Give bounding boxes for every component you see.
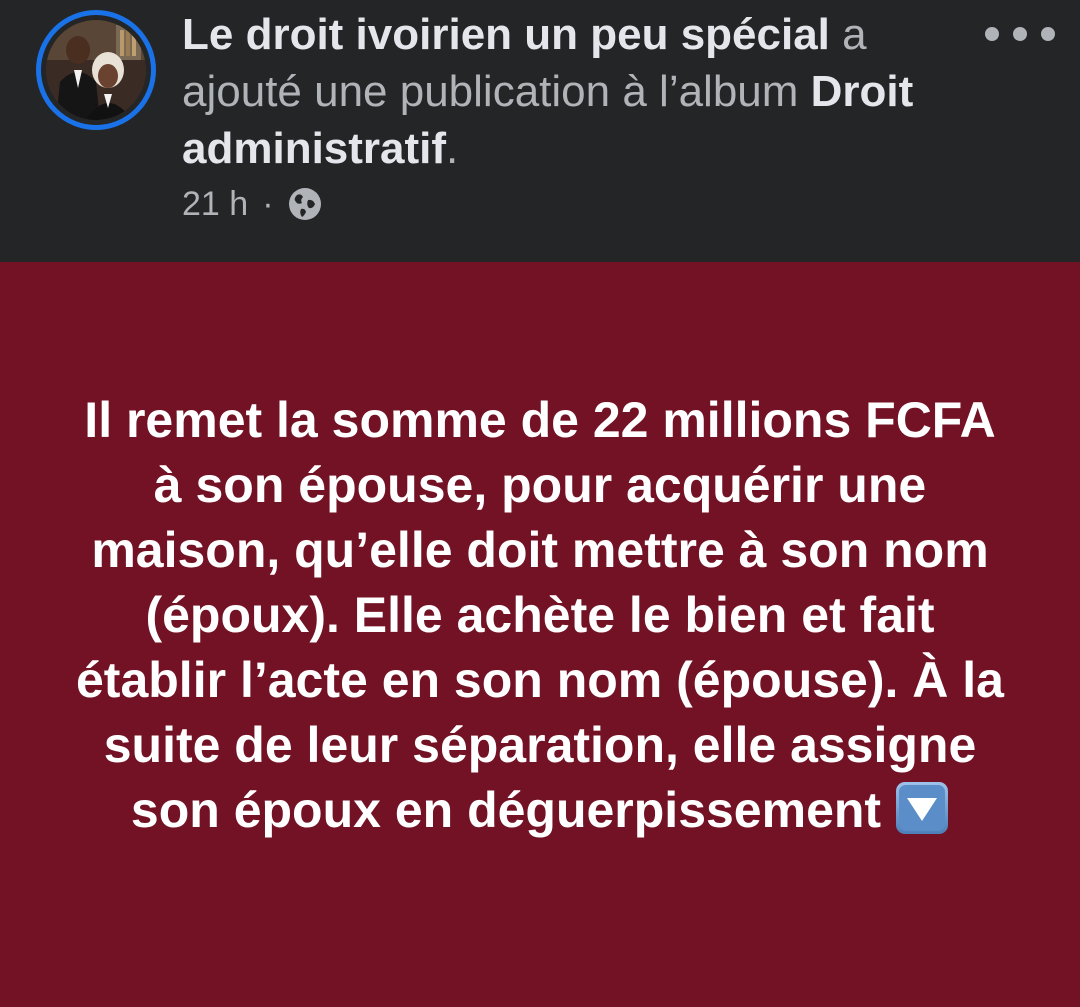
- more-dots-icon: [985, 27, 999, 41]
- profile-photo-icon: [46, 20, 146, 120]
- more-dots-icon: [1041, 27, 1055, 41]
- post-attribution: Le droit ivoirien un peu spécial a ajout…: [182, 6, 942, 177]
- avatar-story-ring[interactable]: [36, 10, 156, 130]
- page-name-link[interactable]: Le droit ivoirien un peu spécial: [182, 10, 830, 59]
- post-meta: 21 h ·: [182, 181, 322, 227]
- post-content: Il remet la somme de 22 millions FCFA à …: [70, 388, 1010, 843]
- post-header: Le droit ivoirien un peu spécial a ajout…: [0, 0, 1080, 262]
- period: .: [446, 124, 459, 173]
- globe-icon[interactable]: [288, 187, 322, 221]
- post-text: Il remet la somme de 22 millions FCFA à …: [76, 392, 1004, 838]
- avatar[interactable]: [46, 20, 146, 120]
- down-arrow-button-emoji-icon: [896, 782, 949, 834]
- meta-separator: ·: [262, 184, 274, 223]
- post-timestamp[interactable]: 21 h: [182, 185, 248, 224]
- post-text-background[interactable]: Il remet la somme de 22 millions FCFA à …: [0, 262, 1080, 1007]
- more-dots-icon: [1013, 27, 1027, 41]
- more-options-button[interactable]: [985, 14, 1055, 54]
